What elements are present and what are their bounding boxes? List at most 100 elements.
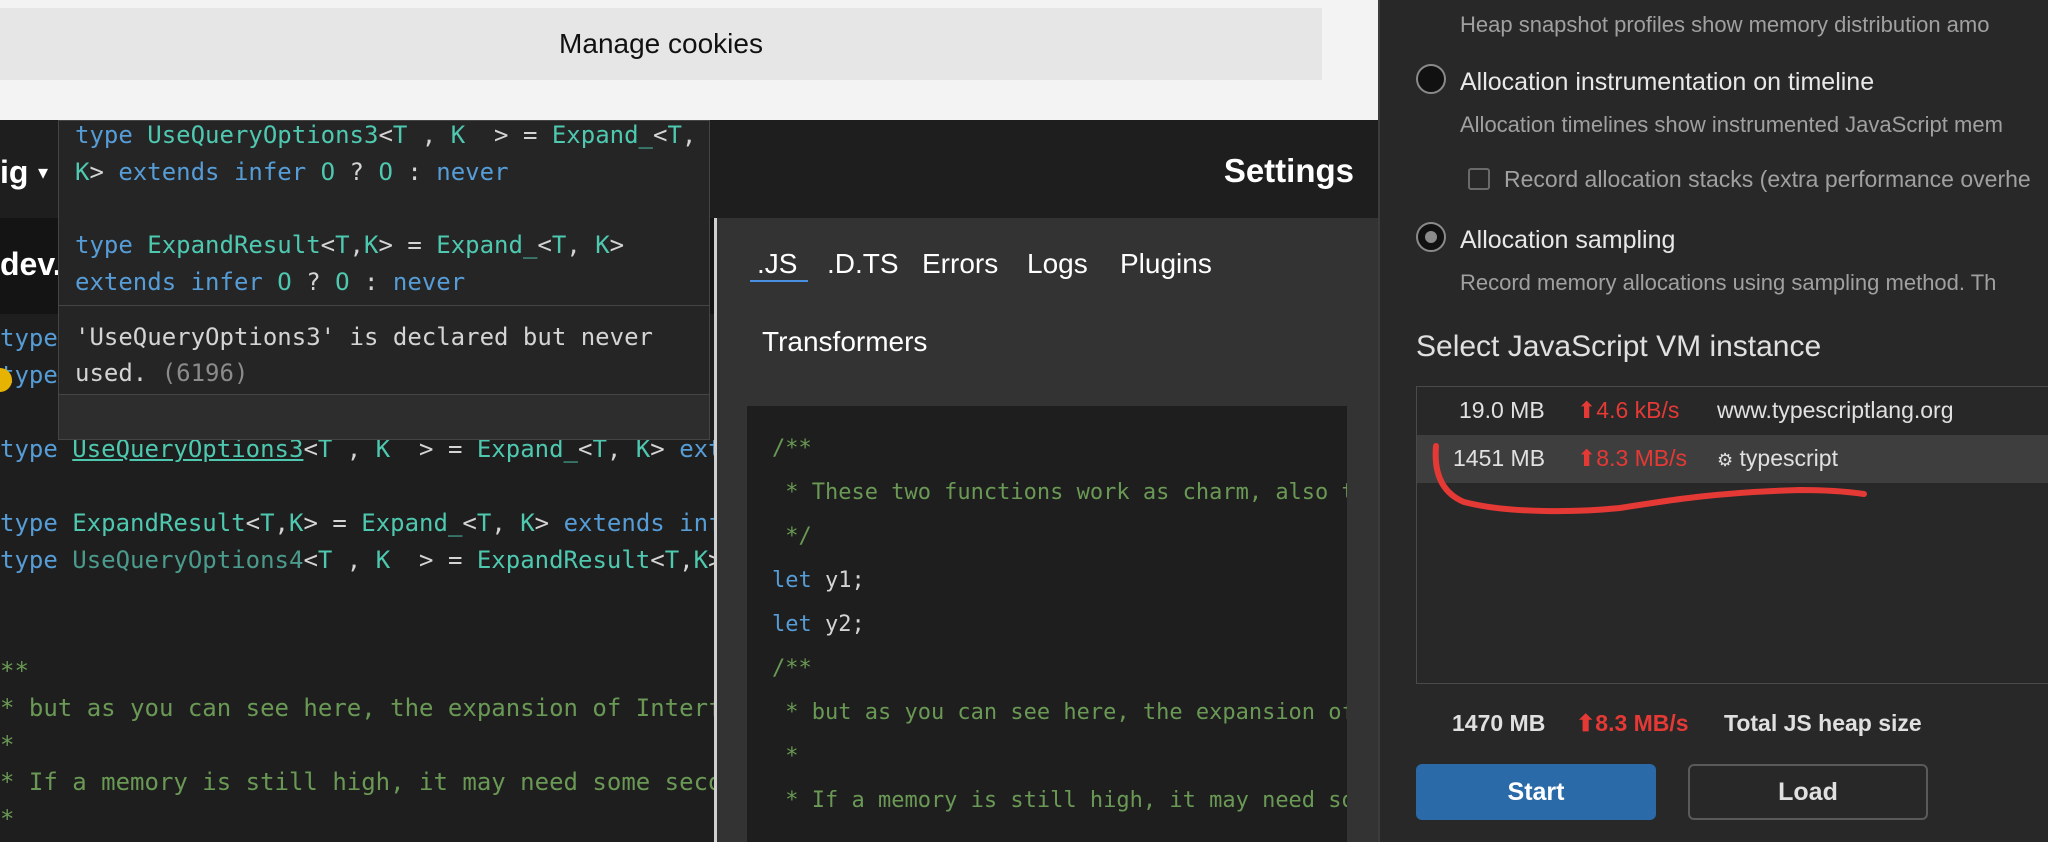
load-button[interactable]: Load [1688, 764, 1928, 820]
code-token: * but as you can see here, the expansion… [772, 700, 1347, 725]
code-token: type [0, 546, 73, 574]
heap-snapshot-description: Heap snapshot profiles show memory distr… [1460, 12, 1990, 37]
code-token: T [317, 546, 333, 574]
tab-errors[interactable]: Errors [922, 248, 998, 280]
tab-logs[interactable]: Logs [1027, 248, 1088, 280]
vm-instance-row-selected[interactable]: 1451 MB ⬆8.3 MB/s ⚙ typescript [1417, 435, 2048, 483]
code-token: , [274, 509, 289, 537]
vm-heap-rate-value: 8.3 MB/s [1596, 445, 1688, 471]
output-code-line: * [772, 744, 799, 769]
code-token: < [650, 546, 665, 574]
output-code-line: * If a memory is still high, it may need… [772, 788, 1347, 813]
code-token: let [772, 612, 825, 637]
output-code-line: * These two functions work as charm, als… [772, 480, 1347, 505]
code-line: * [0, 805, 14, 833]
code-token: K [75, 158, 90, 186]
code-token: O [320, 158, 336, 186]
select-vm-heading: Select JavaScript VM instance [1416, 330, 1822, 363]
code-token: * [772, 744, 799, 769]
code-token: T [260, 509, 275, 537]
total-heap-label: Total JS heap size [1724, 710, 1922, 736]
code-token: extends infer [118, 158, 321, 186]
code-token: * [0, 731, 15, 759]
settings-link[interactable]: Settings [1224, 152, 1354, 190]
code-line: type [0, 324, 58, 352]
code-line: type ExpandResult<T,K> = Expand_<T, K> e… [0, 509, 751, 537]
code-token: < [378, 121, 393, 149]
tab-js[interactable]: .JS [757, 248, 797, 280]
code-token: O [378, 158, 393, 186]
code-token: UseQueryOptions4 [72, 546, 304, 574]
record-stacks-label[interactable]: Record allocation stacks (extra performa… [1504, 166, 2031, 193]
code-token: T [551, 231, 567, 259]
allocation-sampling-description: Record memory allocations using sampling… [1460, 270, 1997, 295]
allocation-sampling-label[interactable]: Allocation sampling [1460, 226, 1675, 255]
output-code-line: let y1; [772, 568, 865, 593]
tab-dts[interactable]: .D.TS [827, 248, 899, 280]
diagnostic-message: 'UseQueryOptions3' is declared but never [75, 323, 653, 351]
vm-instance-row[interactable]: 19.0 MB ⬆4.6 kB/s www.typescriptlang.org [1417, 387, 2048, 435]
vm-name-text: typescript [1739, 445, 1838, 471]
code-line: * but as you can see here, the expansion… [0, 694, 737, 722]
radio-allocation-timeline[interactable] [1416, 64, 1446, 94]
code-line: type UseQueryOptions4<T , K > = ExpandRe… [0, 546, 723, 574]
output-code-line: */ [772, 524, 812, 549]
code-token: T [392, 121, 408, 149]
allocation-timeline-description: Allocation timelines show instrumented J… [1460, 112, 2003, 137]
code-token: type [75, 121, 148, 149]
code-token: O [277, 268, 292, 296]
code-token: Expand_ [361, 509, 463, 537]
manage-cookies-button[interactable]: Manage cookies [0, 8, 1322, 80]
code-token: * If a memory is still high, it may need… [0, 768, 737, 796]
code-token: ExpandResult [72, 509, 246, 537]
code-token: type [0, 324, 58, 352]
code-token: , [332, 546, 376, 574]
vm-name: www.typescriptlang.org [1717, 397, 1954, 423]
vm-name: ⚙ typescript [1717, 445, 1838, 472]
code-token: K [520, 509, 535, 537]
code-token: ExpandResult [476, 546, 651, 574]
caret-down-icon[interactable]: ▾ [38, 160, 48, 185]
hover-tooltip: type UseQueryOptions3<T , K > = Expand_<… [58, 120, 710, 440]
tab-transformers[interactable]: Transformers [762, 326, 927, 358]
code-token: T [476, 509, 492, 537]
code-token: > = [390, 546, 477, 574]
code-token: > [609, 231, 625, 259]
diagnostic-message-end: used. (6196) [75, 359, 248, 387]
tab-plugins[interactable]: Plugins [1120, 248, 1212, 280]
output-code-line: /** [772, 436, 812, 461]
start-button[interactable]: Start [1416, 764, 1656, 820]
code-token: /** [772, 436, 812, 461]
allocation-timeline-label[interactable]: Allocation instrumentation on timeline [1460, 68, 1874, 97]
radio-allocation-sampling[interactable] [1416, 222, 1446, 252]
arrow-up-icon: ⬆ [1577, 445, 1597, 471]
total-heap-rate: ⬆8.3 MB/s [1576, 710, 1689, 737]
js-output-code[interactable]: /** * These two functions work as charm,… [747, 406, 1347, 842]
diagnostic-text: used. [75, 359, 148, 387]
code-token: K [375, 546, 391, 574]
code-token: Expand_ [436, 231, 538, 259]
code-token: ? [335, 158, 379, 186]
code-token: : [392, 158, 437, 186]
code-token: * These two functions work as charm, als… [772, 480, 1347, 505]
vm-heap-rate: ⬆8.3 MB/s [1577, 445, 1687, 472]
record-stacks-checkbox[interactable] [1468, 168, 1490, 190]
code-token: ExpandResult [147, 231, 321, 259]
output-code-line: /** [772, 656, 812, 681]
code-token: K [450, 121, 466, 149]
hover-code-line: extends infer O ? O : never [75, 268, 465, 296]
code-token: < [537, 231, 552, 259]
total-heap-size: 1470 MB [1452, 710, 1546, 736]
code-token: y2; [824, 612, 865, 637]
vm-heap-size: 19.0 MB [1459, 397, 1545, 423]
vm-heap-rate: ⬆4.6 kB/s [1577, 397, 1679, 424]
vm-heap-rate-value: 4.6 kB/s [1596, 397, 1680, 423]
code-token: ? [291, 268, 336, 296]
arrow-up-icon: ⬆ [1576, 710, 1596, 736]
config-menu-label[interactable]: ig [0, 154, 28, 191]
code-token: */ [772, 524, 812, 549]
code-token: * If a memory is still high, it may need… [772, 788, 1347, 813]
code-token: < [303, 546, 318, 574]
code-token: T [335, 231, 350, 259]
hover-code-line: type UseQueryOptions3<T , K > = Expand_<… [75, 121, 696, 149]
